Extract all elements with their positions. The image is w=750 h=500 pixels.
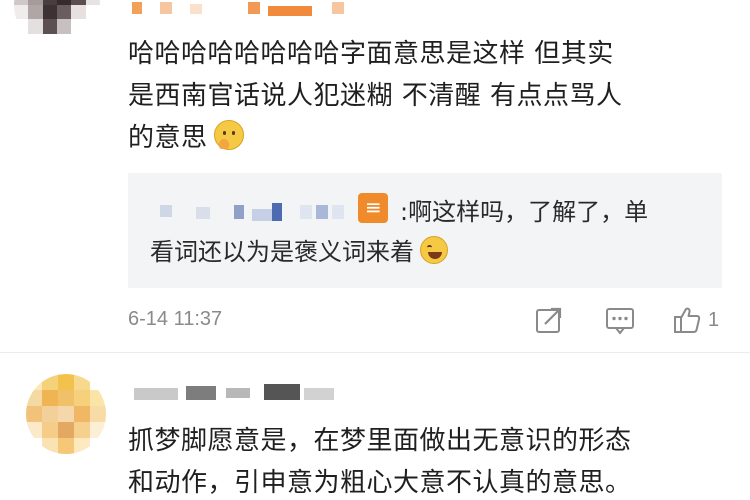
comment-button[interactable] (604, 302, 636, 338)
reply-line-text: 看词还以为是褒义词来着 (150, 238, 414, 266)
comment-line-text: 的意思 (128, 123, 208, 153)
reply-text: :啊这样吗，了解了，单 看词还以为是褒义词来着 (150, 192, 710, 272)
reply-box[interactable]: :啊这样吗，了解了，单 看词还以为是褒义词来着 (128, 173, 722, 288)
reply-line: 看词还以为是褒义词来着 (150, 232, 710, 272)
thumbs-up-icon (674, 307, 701, 333)
comment-text: 哈哈哈哈哈哈哈哈字面意思是这样 但其实 是西南官话说人犯迷糊 不清醒 有点点骂人… (128, 33, 728, 159)
comment-line: 哈哈哈哈哈哈哈哈字面意思是这样 但其实 (128, 39, 614, 69)
comment-line: 抓梦脚愿意是，在梦里面做出无意识的形态 (128, 426, 632, 456)
share-edit-icon (536, 307, 562, 333)
reply-line-text: :啊这样吗，了解了，单 (400, 198, 649, 226)
comment-divider (0, 352, 750, 353)
username-blurred[interactable] (132, 0, 362, 16)
comment-timestamp: 6-14 11:37 (128, 308, 223, 330)
like-button[interactable]: 1 (672, 302, 719, 338)
avatar[interactable] (26, 374, 106, 454)
laughing-face-icon (420, 236, 448, 264)
comment-line: 是西南官话说人犯迷糊 不清醒 有点点骂人 (128, 81, 623, 111)
comment-line: 和动作，引申意为粗心大意不认真的意思。 (128, 468, 632, 498)
reply-line: :啊这样吗，了解了，单 (150, 192, 710, 232)
comment-bubble-icon (606, 308, 634, 335)
avatar[interactable] (14, 0, 100, 48)
username-blurred[interactable] (134, 384, 344, 406)
thinking-face-icon (213, 120, 244, 150)
comment-text: 抓梦脚愿意是，在梦里面做出无意识的形态 和动作，引申意为粗心大意不认真的意思。 (128, 420, 728, 500)
share-button[interactable] (534, 302, 564, 338)
comment-line: 的意思 (128, 117, 728, 159)
like-count: 1 (708, 308, 720, 331)
